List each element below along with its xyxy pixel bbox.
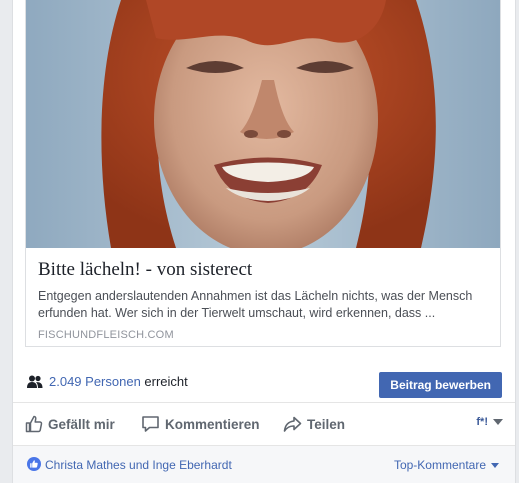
reactions-footer: Christa Mathes und Inge Eberhardt Top-Ko… (13, 446, 515, 483)
boost-post-button[interactable]: Beitrag bewerben (379, 372, 502, 398)
top-comments-sort[interactable]: Top-Kommentare (394, 458, 499, 472)
people-icon (27, 375, 43, 388)
link-preview-text: Bitte lächeln! - von sisterect Entgegen … (38, 258, 490, 341)
link-domain: FISCHUNDFLEISCH.COM (38, 329, 174, 341)
link-preview-image[interactable] (26, 0, 500, 248)
comment-button[interactable]: Kommentieren (141, 414, 260, 434)
comment-label: Kommentieren (165, 416, 260, 432)
share-label: Teilen (307, 416, 346, 432)
like-button[interactable]: Gefällt mir (25, 414, 115, 434)
reach-suffix: erreicht (144, 374, 188, 389)
like-reaction-icon (27, 457, 41, 471)
reaction-label: f*! (476, 416, 488, 428)
like-label: Gefällt mir (48, 416, 115, 432)
reach-text: 2.049 Personen erreicht (49, 374, 188, 389)
link-description: Entgegen anderslautenden Annahmen ist da… (38, 289, 473, 320)
chevron-down-icon (493, 419, 503, 425)
chevron-down-icon (491, 462, 499, 468)
share-button[interactable]: Teilen (283, 414, 345, 434)
reach-bar: 2.049 Personen erreicht Beitrag bewerben (13, 364, 515, 403)
link-preview[interactable]: Bitte lächeln! - von sisterect Entgegen … (25, 0, 501, 347)
reaction-names-link[interactable]: Christa Mathes und Inge Eberhardt (45, 458, 232, 472)
top-comments-label: Top-Kommentare (393, 458, 486, 472)
post-card: Bitte lächeln! - von sisterect Entgegen … (12, 0, 516, 483)
link-title[interactable]: Bitte lächeln! - von sisterect (38, 258, 490, 282)
thumbs-up-icon (25, 415, 43, 433)
reach-count-link[interactable]: 2.049 Personen (49, 374, 141, 389)
comment-icon (142, 416, 159, 432)
share-icon (283, 416, 302, 432)
smiling-face-illustration (26, 0, 500, 248)
reaction-selector[interactable]: f*! (476, 416, 503, 428)
action-bar: Gefällt mir Kommentieren Teilen f*! (13, 403, 515, 446)
